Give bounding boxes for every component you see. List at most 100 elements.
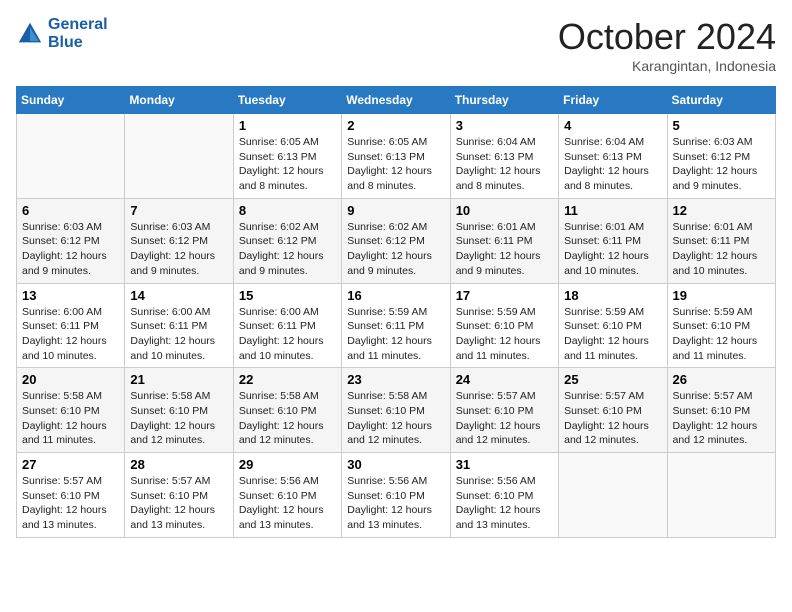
page-header: General Blue October 2024 Karangintan, I…: [16, 16, 776, 74]
title-block: October 2024 Karangintan, Indonesia: [558, 16, 776, 74]
day-number: 5: [673, 118, 770, 133]
header-day-tuesday: Tuesday: [233, 87, 341, 114]
day-info: Sunrise: 5:58 AM Sunset: 6:10 PM Dayligh…: [130, 389, 227, 448]
day-number: 29: [239, 457, 336, 472]
day-info: Sunrise: 6:01 AM Sunset: 6:11 PM Dayligh…: [673, 220, 770, 279]
day-number: 9: [347, 203, 444, 218]
calendar-cell: 5 Sunrise: 6:03 AM Sunset: 6:12 PM Daylig…: [667, 114, 775, 199]
header-day-saturday: Saturday: [667, 87, 775, 114]
day-number: 28: [130, 457, 227, 472]
day-number: 30: [347, 457, 444, 472]
calendar-cell: 14Sunrise: 6:00 AM Sunset: 6:11 PM Dayli…: [125, 283, 233, 368]
day-number: 27: [22, 457, 119, 472]
day-info: Sunrise: 6:05 AM Sunset: 6:13 PM Dayligh…: [347, 135, 444, 194]
day-info: Sunrise: 6:00 AM Sunset: 6:11 PM Dayligh…: [239, 305, 336, 364]
calendar-cell: 23 Sunrise: 5:58 AM Sunset: 6:10 PM Dayli…: [342, 368, 450, 453]
calendar-table: SundayMondayTuesdayWednesdayThursdayFrid…: [16, 86, 776, 538]
day-number: 10: [456, 203, 553, 218]
day-info: Sunrise: 6:04 AM Sunset: 6:13 PM Dayligh…: [564, 135, 661, 194]
calendar-cell: 8 Sunrise: 6:02 AM Sunset: 6:12 PM Daylig…: [233, 198, 341, 283]
day-info: Sunrise: 5:58 AM Sunset: 6:10 PM Dayligh…: [347, 389, 444, 448]
day-number: 25: [564, 372, 661, 387]
calendar-cell: 18 Sunrise: 5:59 AM Sunset: 6:10 PM Dayli…: [559, 283, 667, 368]
calendar-cell: 11 Sunrise: 6:01 AM Sunset: 6:11 PM Dayli…: [559, 198, 667, 283]
calendar-cell: 20 Sunrise: 5:58 AM Sunset: 6:10 PM Dayli…: [17, 368, 125, 453]
day-number: 12: [673, 203, 770, 218]
calendar-cell: 31Sunrise: 5:56 AM Sunset: 6:10 PM Dayli…: [450, 453, 558, 538]
day-number: 17: [456, 288, 553, 303]
day-info: Sunrise: 5:58 AM Sunset: 6:10 PM Dayligh…: [22, 389, 119, 448]
day-info: Sunrise: 6:04 AM Sunset: 6:13 PM Dayligh…: [456, 135, 553, 194]
header-day-friday: Friday: [559, 87, 667, 114]
day-info: Sunrise: 5:59 AM Sunset: 6:10 PM Dayligh…: [673, 305, 770, 364]
calendar-cell: 2 Sunrise: 6:05 AM Sunset: 6:13 PM Daylig…: [342, 114, 450, 199]
day-number: 24: [456, 372, 553, 387]
day-number: 2: [347, 118, 444, 133]
calendar-cell: 15 Sunrise: 6:00 AM Sunset: 6:11 PM Dayli…: [233, 283, 341, 368]
calendar-cell: 21 Sunrise: 5:58 AM Sunset: 6:10 PM Dayli…: [125, 368, 233, 453]
calendar-cell: 17 Sunrise: 5:59 AM Sunset: 6:10 PM Dayli…: [450, 283, 558, 368]
calendar-cell: 25 Sunrise: 5:57 AM Sunset: 6:10 PM Dayli…: [559, 368, 667, 453]
calendar-cell: 28 Sunrise: 5:57 AM Sunset: 6:10 PM Dayli…: [125, 453, 233, 538]
logo: General Blue: [16, 16, 108, 51]
day-number: 26: [673, 372, 770, 387]
calendar-cell: 1Sunrise: 6:05 AM Sunset: 6:13 PM Daylig…: [233, 114, 341, 199]
calendar-cell: 26 Sunrise: 5:57 AM Sunset: 6:10 PM Dayli…: [667, 368, 775, 453]
header-day-wednesday: Wednesday: [342, 87, 450, 114]
day-info: Sunrise: 5:58 AM Sunset: 6:10 PM Dayligh…: [239, 389, 336, 448]
day-info: Sunrise: 5:57 AM Sunset: 6:10 PM Dayligh…: [22, 474, 119, 533]
day-info: Sunrise: 6:03 AM Sunset: 6:12 PM Dayligh…: [673, 135, 770, 194]
calendar-cell: 30 Sunrise: 5:56 AM Sunset: 6:10 PM Dayli…: [342, 453, 450, 538]
location-subtitle: Karangintan, Indonesia: [558, 58, 776, 74]
calendar-cell: 7 Sunrise: 6:03 AM Sunset: 6:12 PM Daylig…: [125, 198, 233, 283]
calendar-cell: 13 Sunrise: 6:00 AM Sunset: 6:11 PM Dayli…: [17, 283, 125, 368]
calendar-cell: 10Sunrise: 6:01 AM Sunset: 6:11 PM Dayli…: [450, 198, 558, 283]
day-info: Sunrise: 5:57 AM Sunset: 6:10 PM Dayligh…: [673, 389, 770, 448]
day-number: 20: [22, 372, 119, 387]
day-number: 11: [564, 203, 661, 218]
calendar-cell: 12 Sunrise: 6:01 AM Sunset: 6:11 PM Dayli…: [667, 198, 775, 283]
calendar-week-2: 6 Sunrise: 6:03 AM Sunset: 6:12 PM Daylig…: [17, 198, 776, 283]
day-info: Sunrise: 6:03 AM Sunset: 6:12 PM Dayligh…: [130, 220, 227, 279]
day-info: Sunrise: 5:56 AM Sunset: 6:10 PM Dayligh…: [347, 474, 444, 533]
day-info: Sunrise: 5:57 AM Sunset: 6:10 PM Dayligh…: [456, 389, 553, 448]
day-info: Sunrise: 5:56 AM Sunset: 6:10 PM Dayligh…: [239, 474, 336, 533]
day-number: 18: [564, 288, 661, 303]
day-info: Sunrise: 5:59 AM Sunset: 6:10 PM Dayligh…: [456, 305, 553, 364]
day-number: 7: [130, 203, 227, 218]
logo-general: General: [48, 16, 108, 34]
header-day-sunday: Sunday: [17, 87, 125, 114]
day-info: Sunrise: 6:01 AM Sunset: 6:11 PM Dayligh…: [564, 220, 661, 279]
header-day-thursday: Thursday: [450, 87, 558, 114]
calendar-cell: 9 Sunrise: 6:02 AM Sunset: 6:12 PM Daylig…: [342, 198, 450, 283]
day-info: Sunrise: 6:02 AM Sunset: 6:12 PM Dayligh…: [239, 220, 336, 279]
calendar-cell: [667, 453, 775, 538]
day-number: 23: [347, 372, 444, 387]
calendar-cell: [559, 453, 667, 538]
calendar-cell: 6Sunrise: 6:03 AM Sunset: 6:12 PM Daylig…: [17, 198, 125, 283]
day-info: Sunrise: 5:59 AM Sunset: 6:10 PM Dayligh…: [564, 305, 661, 364]
day-number: 8: [239, 203, 336, 218]
calendar-week-3: 13 Sunrise: 6:00 AM Sunset: 6:11 PM Dayli…: [17, 283, 776, 368]
calendar-cell: 24 Sunrise: 5:57 AM Sunset: 6:10 PM Dayli…: [450, 368, 558, 453]
calendar-cell: [125, 114, 233, 199]
day-number: 14: [130, 288, 227, 303]
day-info: Sunrise: 5:59 AM Sunset: 6:11 PM Dayligh…: [347, 305, 444, 364]
day-info: Sunrise: 5:57 AM Sunset: 6:10 PM Dayligh…: [130, 474, 227, 533]
calendar-cell: 16 Sunrise: 5:59 AM Sunset: 6:11 PM Dayli…: [342, 283, 450, 368]
day-number: 16: [347, 288, 444, 303]
calendar-week-4: 20 Sunrise: 5:58 AM Sunset: 6:10 PM Dayli…: [17, 368, 776, 453]
calendar-week-5: 27 Sunrise: 5:57 AM Sunset: 6:10 PM Dayli…: [17, 453, 776, 538]
calendar-cell: 19Sunrise: 5:59 AM Sunset: 6:10 PM Dayli…: [667, 283, 775, 368]
day-info: Sunrise: 6:00 AM Sunset: 6:11 PM Dayligh…: [22, 305, 119, 364]
day-number: 21: [130, 372, 227, 387]
logo-text: General Blue: [48, 16, 108, 51]
day-info: Sunrise: 6:02 AM Sunset: 6:12 PM Dayligh…: [347, 220, 444, 279]
calendar-cell: 22 Sunrise: 5:58 AM Sunset: 6:10 PM Dayli…: [233, 368, 341, 453]
day-number: 15: [239, 288, 336, 303]
day-number: 6: [22, 203, 119, 218]
day-number: 22: [239, 372, 336, 387]
days-header-row: SundayMondayTuesdayWednesdayThursdayFrid…: [17, 87, 776, 114]
day-info: Sunrise: 5:57 AM Sunset: 6:10 PM Dayligh…: [564, 389, 661, 448]
day-number: 13: [22, 288, 119, 303]
